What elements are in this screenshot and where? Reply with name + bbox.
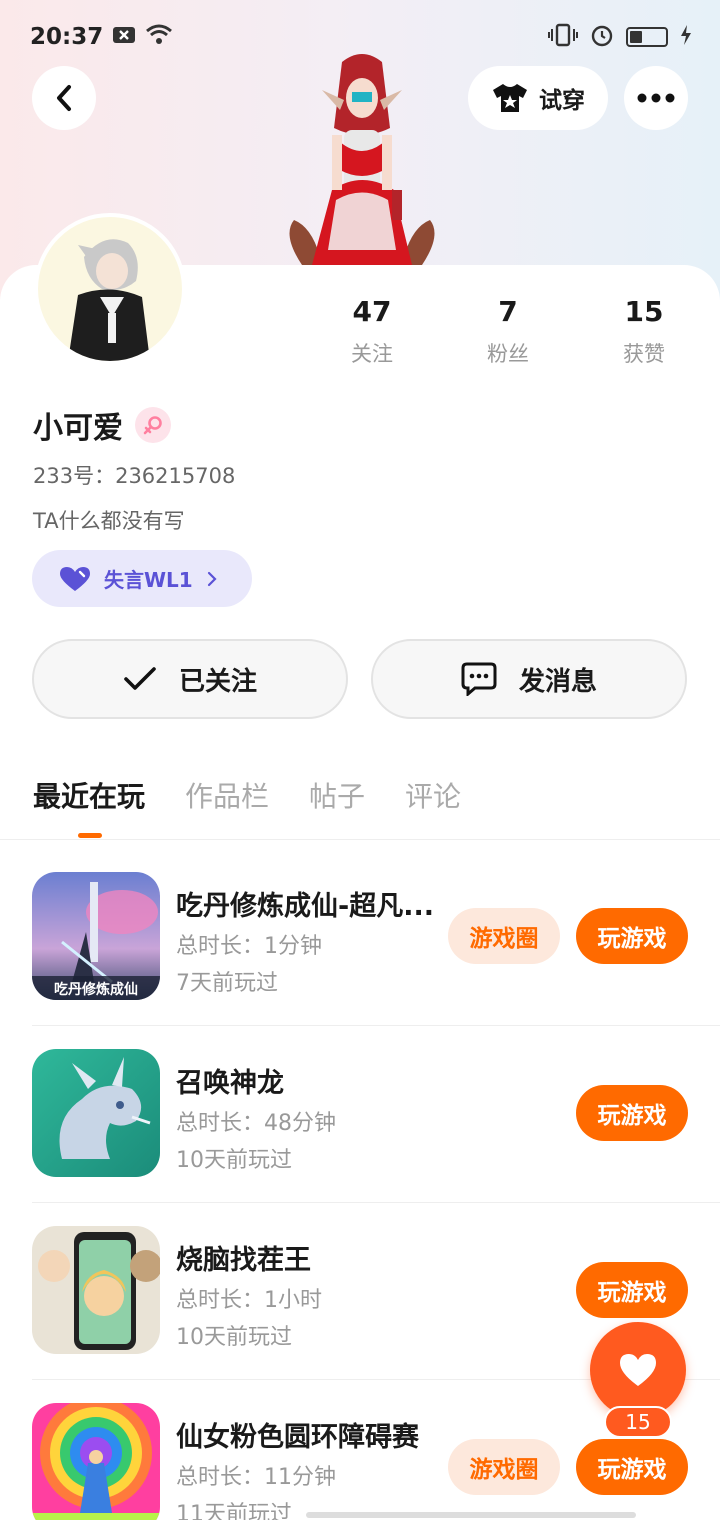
play-game-button[interactable]: 玩游戏 — [576, 908, 688, 964]
game-duration: 总时长：1分钟 — [176, 934, 322, 959]
tab-recently-played[interactable]: 最近在玩 — [33, 775, 145, 815]
message-icon — [461, 662, 497, 696]
game-list-item[interactable]: 吃丹修炼成仙 吃丹修炼成仙-超凡... 总时长：1分钟 7天前玩过 游戏圈 玩游… — [0, 872, 720, 1049]
game-circle-button[interactable]: 游戏圈 — [448, 1439, 560, 1495]
stat-label: 获赞 — [623, 342, 665, 366]
game-last-played: 11天前玩过 — [176, 1502, 292, 1520]
battery-icon — [626, 27, 668, 47]
divider — [32, 1025, 720, 1026]
game-last-played: 10天前玩过 — [176, 1148, 292, 1173]
stat-fans[interactable]: 7 粉丝 — [448, 295, 568, 368]
following-label: 已关注 — [178, 666, 257, 697]
stat-label: 关注 — [351, 342, 393, 366]
chevron-right-icon — [207, 571, 217, 586]
game-icon: 吃丹修炼成仙 — [32, 872, 160, 1000]
message-button[interactable]: 发消息 — [371, 639, 687, 719]
play-game-button[interactable]: 玩游戏 — [576, 1439, 688, 1495]
heart-icon — [620, 1354, 656, 1386]
stat-value: 7 — [498, 295, 518, 328]
back-button[interactable] — [32, 66, 96, 130]
status-bar: 20:37 — [30, 22, 692, 52]
user-bio: TA什么都没有写 — [33, 509, 185, 533]
game-icon — [32, 1049, 160, 1177]
user-id: 233号：236215708 — [33, 464, 236, 488]
stat-following[interactable]: 47 关注 — [312, 295, 432, 368]
charging-icon — [680, 25, 692, 49]
vibrate-icon — [548, 23, 578, 51]
username: 小可爱 — [33, 411, 123, 446]
more-button[interactable] — [624, 66, 688, 130]
level-badge-label: 失言WL1 — [104, 568, 193, 592]
home-indicator — [306, 1512, 636, 1518]
game-title: 召唤神龙 — [176, 1068, 284, 1099]
notification-icon — [113, 24, 136, 50]
game-duration: 总时长：11分钟 — [176, 1465, 336, 1490]
tab-comments[interactable]: 评论 — [405, 775, 461, 815]
divider — [0, 839, 720, 840]
heart-icon — [60, 566, 90, 591]
status-time: 20:37 — [30, 24, 104, 50]
avatar-outfit-figure — [272, 50, 452, 265]
username-row: 小可爱 — [33, 403, 171, 447]
message-label: 发消息 — [518, 666, 597, 697]
stat-likes[interactable]: 15 获赞 — [584, 295, 704, 368]
following-button[interactable]: 已关注 — [32, 639, 348, 719]
wifi-icon — [145, 23, 173, 51]
try-on-label: 试穿 — [539, 88, 585, 114]
game-title: 仙女粉色圆环障碍赛 — [176, 1422, 419, 1453]
shirt-icon — [493, 84, 527, 112]
female-icon — [143, 416, 162, 435]
game-title: 烧脑找茬王 — [176, 1245, 311, 1276]
gender-badge — [135, 407, 171, 443]
try-on-button[interactable]: 试穿 — [468, 66, 608, 130]
stat-value: 15 — [624, 295, 664, 328]
game-icon — [32, 1226, 160, 1354]
tab-posts[interactable]: 帖子 — [309, 775, 365, 815]
divider — [32, 1202, 720, 1203]
more-icon — [637, 93, 675, 103]
tab-works[interactable]: 作品栏 — [185, 775, 269, 815]
game-title: 吃丹修炼成仙-超凡... — [176, 891, 434, 922]
alarm-icon — [590, 23, 614, 51]
game-last-played: 7天前玩过 — [176, 971, 278, 996]
back-icon — [57, 85, 71, 111]
like-count-badge: 15 — [604, 1406, 672, 1438]
profile-stats: 47 关注 7 粉丝 15 获赞 — [0, 295, 720, 375]
play-game-button[interactable]: 玩游戏 — [576, 1085, 688, 1141]
game-duration: 总时长：1小时 — [176, 1288, 322, 1313]
profile-tabs: 最近在玩 作品栏 帖子 评论 — [33, 775, 461, 815]
check-icon — [124, 667, 156, 690]
level-badge[interactable]: 失言WL1 — [32, 550, 252, 607]
game-icon — [32, 1403, 160, 1520]
game-icon-caption: 吃丹修炼成仙 — [54, 981, 138, 998]
stat-label: 粉丝 — [487, 342, 529, 366]
stat-value: 47 — [352, 295, 392, 328]
like-button[interactable] — [590, 1322, 686, 1418]
game-circle-button[interactable]: 游戏圈 — [448, 908, 560, 964]
active-tab-indicator — [78, 833, 102, 838]
game-last-played: 10天前玩过 — [176, 1325, 292, 1350]
play-game-button[interactable]: 玩游戏 — [576, 1262, 688, 1318]
game-list-item[interactable]: 召唤神龙 总时长：48分钟 10天前玩过 玩游戏 — [0, 1049, 720, 1226]
game-duration: 总时长：48分钟 — [176, 1111, 336, 1136]
